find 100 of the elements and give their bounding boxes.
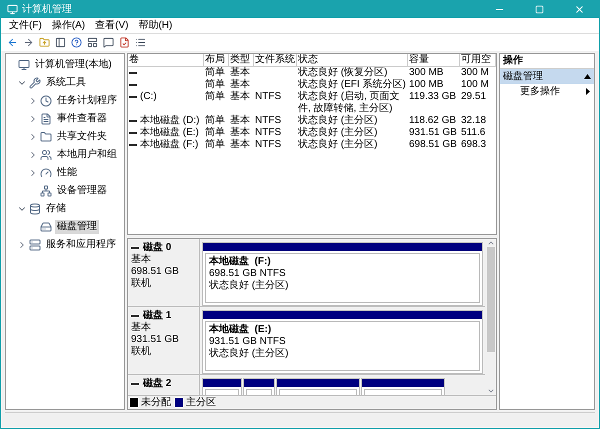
disk-type: 基本 <box>131 322 152 334</box>
table-cell: 300 MB <box>409 67 444 79</box>
column-header[interactable]: 类型 <box>229 54 254 66</box>
partition-size: 698.51 GB NTFS <box>209 268 287 280</box>
table-cell: 931.51 GB <box>409 127 457 139</box>
table-cell-text: 基本 <box>230 115 250 126</box>
action-link[interactable]: 更多操作 <box>520 86 560 98</box>
help-icon[interactable] <box>71 37 82 48</box>
partition-block[interactable]: 本地磁盘 (E:) 931.51 GB NTFS 状态良好 (主分区) <box>202 310 483 374</box>
forward-arrow-icon[interactable] <box>23 37 34 48</box>
disk-name: 磁盘 1 <box>143 310 172 322</box>
checked-document-icon[interactable] <box>119 37 130 48</box>
table-cell: NTFS <box>255 139 282 151</box>
scroll-down-icon[interactable] <box>486 387 494 395</box>
table-cell: NTFS <box>255 115 282 127</box>
disk-name: 磁盘 2 <box>143 378 172 390</box>
tree-item[interactable]: 任务计划程序 <box>55 94 119 108</box>
document-icon <box>40 113 52 125</box>
tree-item[interactable]: 性能 <box>55 166 79 180</box>
folder-icon <box>40 131 52 143</box>
partition-label: 本地磁盘 (F:) <box>209 256 272 268</box>
comment-icon[interactable] <box>103 37 114 48</box>
users-icon <box>40 149 52 161</box>
panel-icon[interactable] <box>87 37 98 48</box>
table-cell-text: 简单 <box>205 79 225 90</box>
tree-item[interactable]: 计算机管理(本地) <box>33 58 114 72</box>
gauge-icon <box>40 167 52 179</box>
table-cell: 32.18 <box>461 115 486 127</box>
menu-item[interactable]: 帮助(H) <box>138 20 172 32</box>
table-cell-text: 基本 <box>230 127 250 138</box>
partition-size: 931.51 GB NTFS <box>209 336 287 348</box>
partition-bar <box>244 379 274 387</box>
partition-status: 状态良好 (主分区) <box>209 348 290 360</box>
panel-icon[interactable] <box>55 37 66 48</box>
tree-item[interactable]: 本地用户和组 <box>55 148 119 162</box>
collapse-triangle-icon <box>584 74 591 79</box>
menu-item[interactable]: 操作(A) <box>52 20 86 32</box>
partition-status: 状态良好 (主分区) <box>209 280 290 292</box>
maximize-icon <box>534 5 544 14</box>
drive-icon <box>40 221 52 233</box>
table-cell-text: 状态良好 (启动, 页面文件, 故障转储, 主分区) <box>298 91 401 114</box>
table-cell-text: 简单 <box>205 115 225 126</box>
column-header[interactable]: 卷 <box>128 54 204 66</box>
legend-label: 主分区 <box>186 396 216 408</box>
table-cell-text: 状态良好 (主分区) <box>298 115 378 126</box>
network-icon <box>40 185 52 197</box>
table-cell-text: 状态良好 (EFI 系统分区) <box>298 79 406 90</box>
disk-size: 931.51 GB <box>131 334 180 346</box>
folder-up-icon[interactable] <box>39 37 50 48</box>
clock-icon <box>40 95 52 107</box>
partition-block[interactable]: 本地磁盘 (F:) 698.51 GB NTFS 状态良好 (主分区) <box>202 242 483 306</box>
database-icon <box>29 203 41 215</box>
disk-status: 联机 <box>131 278 152 290</box>
disk-size: 698.51 GB <box>131 266 180 278</box>
back-arrow-icon[interactable] <box>7 37 18 48</box>
disk-name: 磁盘 0 <box>143 242 172 254</box>
tree-item[interactable]: 事件查看器 <box>55 112 109 126</box>
menu-item[interactable]: 查看(V) <box>95 20 128 32</box>
disk-type: 基本 <box>131 254 152 266</box>
tree-item[interactable]: 设备管理器 <box>55 184 109 198</box>
wrench-icon <box>29 77 41 89</box>
table-cell: 511.6 <box>461 127 486 139</box>
scroll-thumb[interactable] <box>486 247 494 352</box>
computer-icon <box>7 4 18 15</box>
table-cell: 基本 <box>230 139 250 151</box>
column-header[interactable]: 状态 <box>297 54 408 66</box>
table-cell: 状态良好 (主分区) <box>298 139 378 151</box>
scrollbar[interactable] <box>485 239 496 395</box>
table-cell: 118.62 GB <box>409 115 456 127</box>
table-cell: NTFS <box>255 127 282 139</box>
submenu-arrow-icon <box>586 88 590 95</box>
table-cell: NTFS <box>255 91 282 103</box>
tree-item[interactable]: 共享文件夹 <box>55 130 109 144</box>
tree-item[interactable]: 系统工具 <box>44 76 88 90</box>
tree-item[interactable]: 磁盘管理 <box>55 220 99 234</box>
disk-status: 联机 <box>131 346 152 358</box>
table-cell: (C:) <box>140 91 157 103</box>
legend-label: 未分配 <box>141 396 171 408</box>
table-cell-text: 基本 <box>230 67 250 78</box>
tree-item[interactable]: 存储 <box>44 202 68 216</box>
table-cell-text: 基本 <box>230 79 250 90</box>
table-cell: 300 M <box>461 67 489 79</box>
table-cell-text: 状态良好 (主分区) <box>298 127 378 138</box>
table-cell: 29.51 <box>461 91 486 103</box>
table-cell: 本地磁盘 (F:) <box>140 139 198 151</box>
table-cell-text: 简单 <box>205 67 225 78</box>
list-icon[interactable] <box>135 37 146 48</box>
table-cell: 100 M <box>461 79 489 91</box>
table-cell-text: 简单 <box>205 127 225 138</box>
actions-section-header[interactable]: 磁盘管理 <box>500 69 594 84</box>
table-cell: 698.51 GB <box>409 139 457 151</box>
window-title: 计算机管理 <box>22 4 73 16</box>
computer-icon <box>18 59 30 71</box>
close-icon <box>574 4 584 15</box>
tree-item[interactable]: 服务和应用程序 <box>44 238 118 252</box>
scroll-up-icon[interactable] <box>486 239 494 247</box>
menu-item[interactable]: 文件(F) <box>9 20 42 32</box>
column-header[interactable]: 布局 <box>204 54 229 66</box>
table-cell-text: 状态良好 (恢复分区) <box>298 67 388 78</box>
partition-label: 本地磁盘 (E:) <box>209 324 272 336</box>
